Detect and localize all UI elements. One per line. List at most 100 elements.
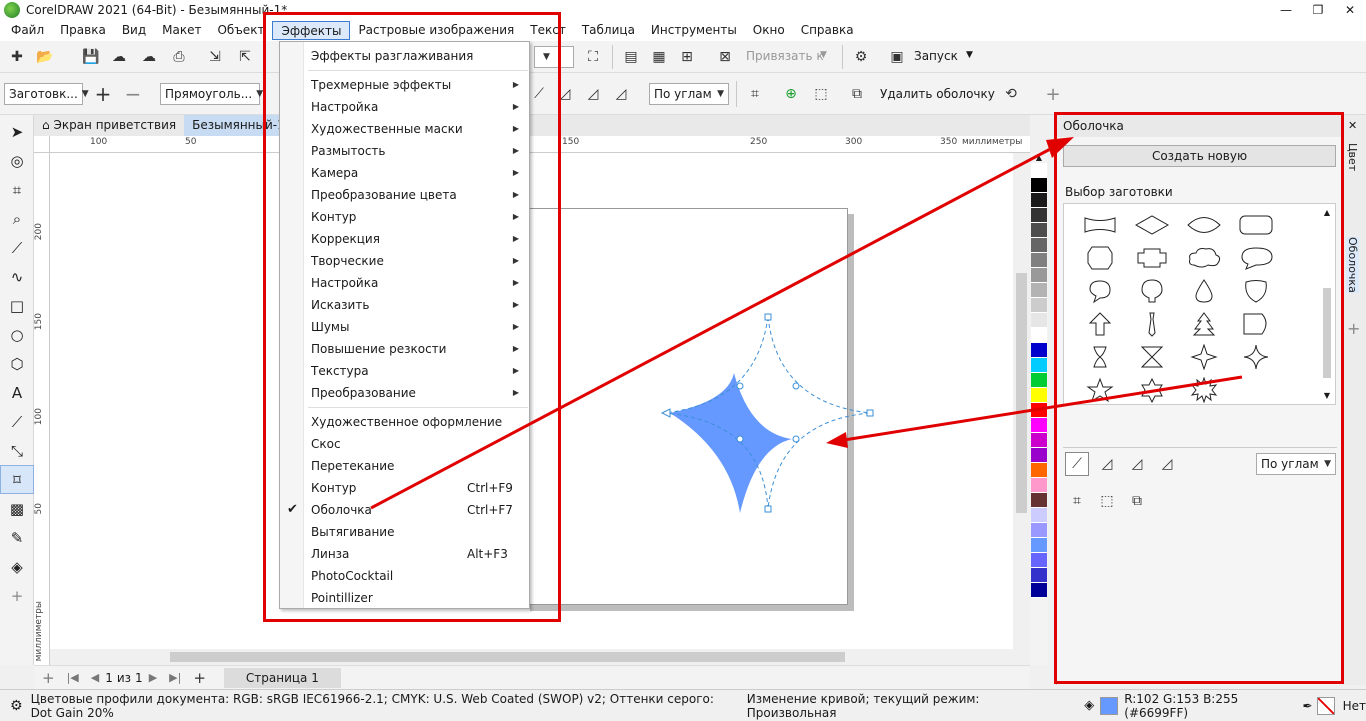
palette-swatch[interactable] xyxy=(1031,433,1047,448)
add-page-end-icon[interactable]: + xyxy=(193,669,206,687)
menu-object[interactable]: Объект xyxy=(209,21,272,40)
menu-bitmaps[interactable]: Растровые изображения xyxy=(350,21,522,40)
crop-tool-icon[interactable]: ⌗ xyxy=(0,175,34,204)
envelope-node[interactable] xyxy=(660,408,671,418)
minimize-button[interactable]: — xyxy=(1270,0,1302,20)
freehand-tool-icon[interactable]: ⟋ xyxy=(0,233,34,262)
dock-copy-envelope-icon[interactable]: ⧉ xyxy=(1125,489,1149,513)
menu-edit[interactable]: Правка xyxy=(52,21,114,40)
create-envelope-from-icon[interactable]: ⬚ xyxy=(810,83,832,105)
add-toolbar-item-icon[interactable]: + xyxy=(1042,83,1064,105)
dock-single-arc-icon[interactable]: ◿ xyxy=(1125,452,1149,476)
transparency-tool-icon[interactable]: ▩ xyxy=(0,494,34,523)
preset-star4-curved-icon[interactable] xyxy=(1230,340,1282,373)
preset-lens-icon[interactable] xyxy=(1178,208,1230,241)
maximize-button[interactable]: ❐ xyxy=(1302,0,1334,20)
palette-swatch[interactable] xyxy=(1031,583,1047,598)
effects-menu-item[interactable]: PhotoCocktail xyxy=(280,565,529,587)
effects-menu-item[interactable]: Настройка ▶ xyxy=(280,272,529,294)
grid-icon[interactable]: ▦ xyxy=(648,46,670,68)
cloud-share-icon[interactable]: ☁ xyxy=(138,46,160,68)
effects-menu-item[interactable]: Исказить ▶ xyxy=(280,294,529,316)
palette-swatch[interactable] xyxy=(1031,463,1047,478)
palette-swatch[interactable] xyxy=(1031,568,1047,583)
preset-cross-icon[interactable] xyxy=(1126,241,1178,274)
menu-help[interactable]: Справка xyxy=(793,21,862,40)
menu-text[interactable]: Текст xyxy=(522,21,574,40)
add-node-icon[interactable]: ⊕ xyxy=(780,83,802,105)
outline-none-swatch[interactable] xyxy=(1316,696,1335,715)
envelope-control[interactable] xyxy=(736,382,744,390)
convert-to-curves-icon[interactable]: ⟲ xyxy=(1000,83,1022,105)
effects-menu-item[interactable]: Преобразование ▶ xyxy=(280,382,529,404)
add-page-icon[interactable]: + xyxy=(42,669,55,687)
create-new-button[interactable]: Создать новую xyxy=(1063,145,1336,167)
palette-swatch[interactable] xyxy=(1031,358,1047,373)
palette-swatch[interactable] xyxy=(1031,178,1047,193)
drawing-canvas[interactable] xyxy=(50,153,1030,649)
dock-double-arc-icon[interactable]: ◿ xyxy=(1155,452,1179,476)
snap-off-icon[interactable]: ⊠ xyxy=(714,46,736,68)
launch-label[interactable]: Запуск xyxy=(914,49,958,63)
preset-hourglass-icon[interactable] xyxy=(1126,340,1178,373)
shape-combo[interactable]: Прямоуголь... ▼ xyxy=(160,83,263,105)
add-tool-icon[interactable]: + xyxy=(0,581,34,610)
docker-mapping-combo[interactable]: По углам ▼ xyxy=(1256,453,1336,475)
palette-swatch[interactable] xyxy=(1031,403,1047,418)
palette-swatch[interactable] xyxy=(1031,418,1047,433)
preset-arrow-up-icon[interactable] xyxy=(1074,307,1126,340)
palette-swatch[interactable] xyxy=(1031,298,1047,313)
next-page-icon[interactable]: ▶ xyxy=(149,671,157,684)
preset-star4-outline-icon[interactable] xyxy=(1178,340,1230,373)
preset-cloud-icon[interactable] xyxy=(1178,241,1230,274)
close-button[interactable]: ✕ xyxy=(1334,0,1366,20)
cloud-upload-icon[interactable]: ☁ xyxy=(108,46,130,68)
pick-tool-icon[interactable]: ➤ xyxy=(0,117,34,146)
preset-shield-icon[interactable] xyxy=(1230,274,1282,307)
fill-color-swatch[interactable] xyxy=(1100,696,1119,715)
horizontal-scrollbar[interactable] xyxy=(50,649,1030,665)
palette-swatch[interactable] xyxy=(1031,478,1047,493)
snap-to-label[interactable]: Привязать к xyxy=(746,49,824,63)
polygon-tool-icon[interactable]: ⬡ xyxy=(0,349,34,378)
envelope-straight-line-icon[interactable]: ◿ xyxy=(554,83,576,105)
preset-drop-icon[interactable] xyxy=(1178,274,1230,307)
palette-swatch[interactable] xyxy=(1031,238,1047,253)
effects-menu-item[interactable]: Текстура ▶ xyxy=(280,360,529,382)
effects-menu-item[interactable]: Линза Alt+F3 xyxy=(280,543,529,565)
palette-swatch[interactable] xyxy=(1031,208,1047,223)
fill-bucket-icon[interactable]: ◈ xyxy=(1084,698,1094,713)
envelope-node[interactable] xyxy=(764,505,772,513)
settings-gear-icon[interactable]: ⚙ xyxy=(10,698,23,714)
effects-menu-item[interactable]: Творческие ▶ xyxy=(280,250,529,272)
palette-swatch[interactable] xyxy=(1031,538,1047,553)
artistic-media-icon[interactable]: ∿ xyxy=(0,262,34,291)
envelope-control[interactable] xyxy=(792,382,800,390)
docker-close-icon[interactable]: ✕ xyxy=(1348,119,1357,132)
preset-diamond-icon[interactable] xyxy=(1126,208,1178,241)
page-tab[interactable]: Страница 1 xyxy=(223,667,341,688)
menu-window[interactable]: Окно xyxy=(745,21,793,40)
preset-tie-icon[interactable] xyxy=(1126,307,1178,340)
effects-menu-item[interactable]: Вытягивание xyxy=(280,521,529,543)
effects-menu-item[interactable]: Преобразование цвета ▶ xyxy=(280,184,529,206)
tab-welcome[interactable]: ⌂ Экран приветствия xyxy=(34,115,184,136)
vertical-ruler[interactable]: 200 150 100 50 миллиметры xyxy=(34,153,50,665)
envelope-single-arc-icon[interactable]: ◿ xyxy=(582,83,604,105)
vertical-scrollbar[interactable] xyxy=(1013,153,1030,649)
palette-swatch[interactable] xyxy=(1031,223,1047,238)
zoom-tool-icon[interactable]: ⌕ xyxy=(0,204,34,233)
menu-file[interactable]: Файл xyxy=(0,21,52,40)
side-tab-color[interactable]: Цвет xyxy=(1346,143,1359,171)
palette-swatch[interactable] xyxy=(1031,283,1047,298)
effects-menu-item[interactable]: Эффекты разглаживания xyxy=(280,45,529,67)
menu-tools[interactable]: Инструменты xyxy=(643,21,745,40)
options-gear-icon[interactable]: ⚙ xyxy=(850,46,872,68)
effects-menu-item[interactable]: Контур ▶ xyxy=(280,206,529,228)
preset-hourglass-round-icon[interactable] xyxy=(1074,340,1126,373)
launch-dropdown-icon[interactable]: ▼ xyxy=(966,50,973,60)
export-icon[interactable]: ⇱ xyxy=(234,46,256,68)
palette-swatch[interactable] xyxy=(1031,313,1047,328)
palette-swatch[interactable] xyxy=(1031,328,1047,343)
save-icon[interactable]: 💾 xyxy=(80,46,102,68)
